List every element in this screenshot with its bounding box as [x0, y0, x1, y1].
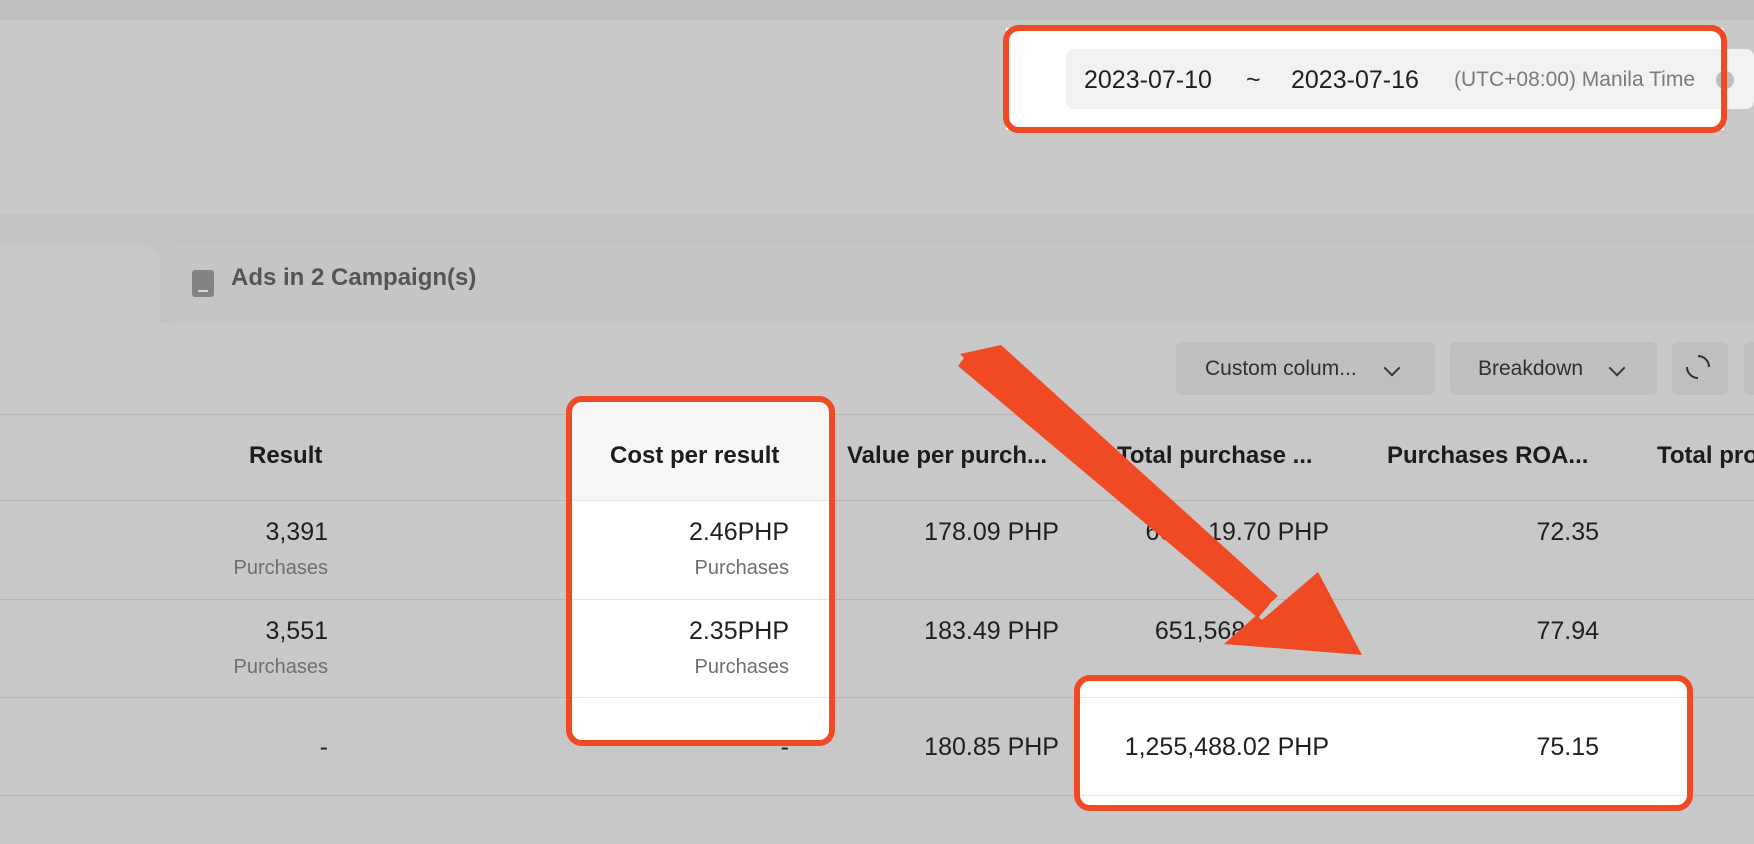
row2-total: 651,568.32 — [1154, 617, 1280, 645]
custom-columns-label: Custom colum... — [1205, 357, 1357, 380]
cost-column-highlight-box — [566, 396, 835, 746]
row-divider — [0, 599, 1754, 600]
row2-roas: 77.94 — [1536, 617, 1599, 645]
more-button[interactable] — [1744, 342, 1754, 395]
row1-roas: 72.35 — [1536, 518, 1599, 546]
column-header-value-per-purchase[interactable]: Value per purch... — [847, 442, 1047, 470]
ad-icon — [192, 270, 214, 297]
row2-value: 183.49 PHP — [924, 617, 1059, 645]
header-top-divider — [0, 414, 1754, 415]
row1-result-sub: Purchases — [233, 557, 329, 579]
header-bottom-divider — [0, 500, 1754, 501]
total-value: 180.85 PHP — [924, 733, 1059, 761]
date-highlight-box — [1003, 25, 1727, 133]
row1-total: 60 19.70 PHP — [1145, 518, 1329, 546]
row2-result: 3,551 — [265, 617, 328, 645]
custom-columns-button[interactable]: Custom colum... — [1176, 342, 1435, 395]
row2-result-sub: Purchases — [233, 656, 329, 678]
column-header-result[interactable]: Result — [249, 442, 322, 470]
breakdown-button[interactable]: Breakdown — [1450, 342, 1657, 395]
top-strip — [0, 0, 1754, 20]
tab-ads-label: Ads in 2 Campaign(s) — [231, 264, 477, 291]
total-row-highlight-box — [1074, 675, 1693, 811]
column-header-total-pro[interactable]: Total pro — [1657, 442, 1754, 470]
chevron-down-icon — [1383, 359, 1401, 377]
row1-result: 3,391 — [265, 518, 328, 546]
column-header-purchases-roas[interactable]: Purchases ROA... — [1387, 442, 1588, 470]
column-header-total-purchase[interactable]: Total purchase ... — [1117, 442, 1313, 470]
row1-value: 178.09 PHP — [924, 518, 1059, 546]
breakdown-label: Breakdown — [1478, 357, 1584, 380]
total-result: - — [319, 733, 328, 761]
tab-previous[interactable] — [0, 244, 160, 323]
chevron-down-icon — [1608, 359, 1626, 377]
